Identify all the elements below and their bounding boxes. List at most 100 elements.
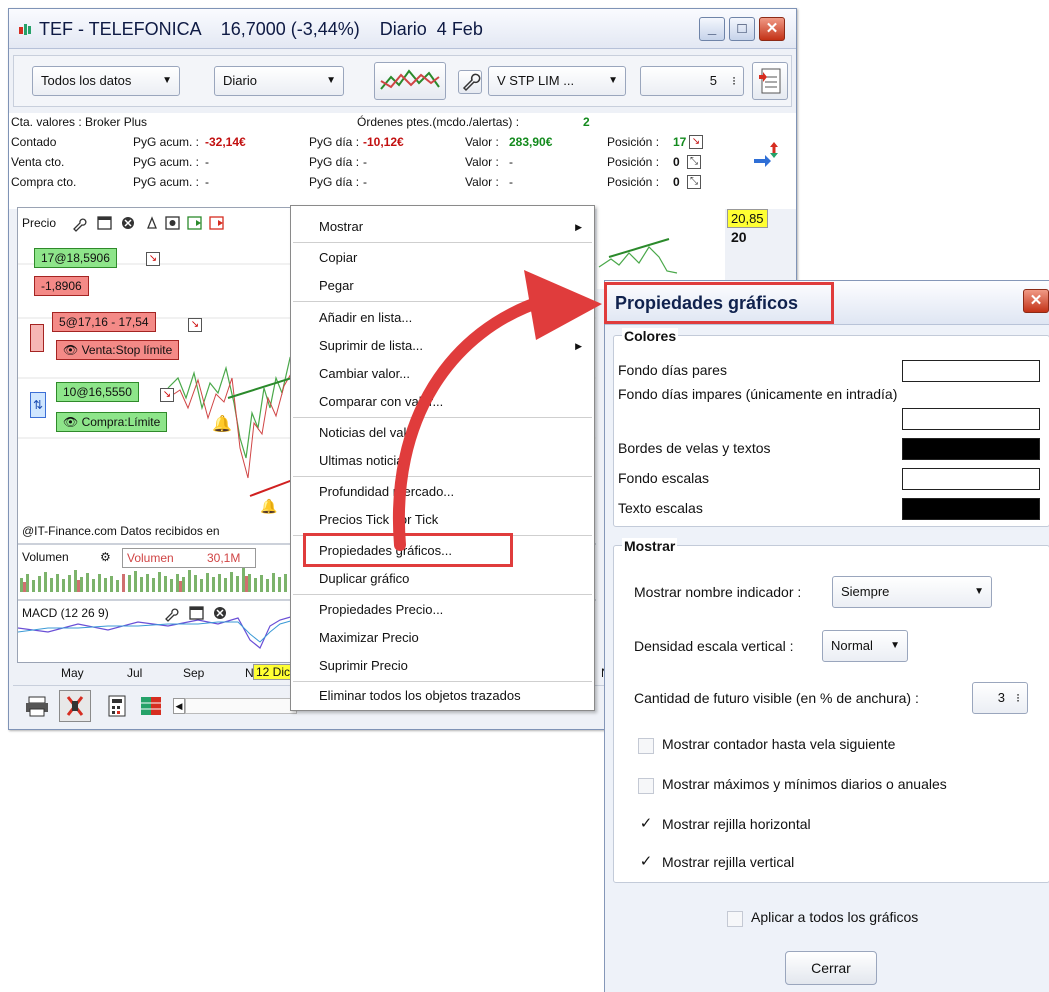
buy-order-handle-icon[interactable]: ⇅ [30, 392, 46, 418]
order-form-icon [759, 68, 781, 94]
buy-order-type[interactable]: 👁 Compra:Límite [56, 412, 168, 432]
quantity-stepper[interactable]: 5 ⁝ [640, 66, 744, 96]
menu-item-pegar[interactable]: Pegar [291, 273, 594, 299]
menu-item-suprimir-lista[interactable]: Suprimir de lista... ▶ [291, 333, 594, 359]
wrench-icon[interactable]: ⚙ [100, 550, 111, 564]
checkbox-vertical-grid[interactable]: ✓ [638, 854, 654, 870]
menu-item-duplicar[interactable]: Duplicar gráfico [291, 566, 594, 592]
checkbox-next-candle-counter[interactable] [638, 738, 654, 754]
color-swatch-scale-text[interactable] [902, 498, 1040, 520]
price-panel-label: Precio [22, 216, 57, 230]
dialog-title-bar[interactable]: Propiedades gráficos ✕ [605, 281, 1049, 325]
x-tick: Jul [127, 666, 143, 680]
sell-order-type[interactable]: 👁 Venta:Stop límite [56, 340, 180, 360]
position-pnl-tag: -1,8906 [34, 276, 89, 296]
valor-label: Valor : [465, 175, 499, 189]
position-action-icon[interactable]: ⤡ [687, 155, 701, 169]
menu-item-anadir-lista[interactable]: Añadir en lista... [291, 305, 594, 331]
pyg-dia-label: PyG día : [309, 175, 360, 189]
menu-item-tick-por-tick[interactable]: Precios Tick por Tick [291, 507, 594, 533]
menu-item-suprimir-precio[interactable]: Suprimir Precio [291, 653, 594, 679]
posicion-label: Posición : [607, 175, 660, 189]
menu-item-noticias-valor[interactable]: Noticias del valor [291, 420, 594, 446]
submenu-arrow-icon: ▶ [575, 341, 582, 351]
checkbox-horizontal-grid[interactable]: ✓ [638, 816, 654, 832]
price-panel-tools[interactable] [70, 214, 282, 232]
pyg-acum-value: -32,14€ [205, 135, 246, 149]
cancel-buy-order-icon[interactable]: ↘ [160, 388, 174, 402]
period-select[interactable]: Diario ▼ [214, 66, 344, 96]
future-visible-label: Cantidad de futuro visible (en % de anch… [634, 690, 919, 706]
density-select[interactable]: Normal ▼ [822, 630, 908, 662]
data-range-select[interactable]: Todos los datos ▼ [32, 66, 180, 96]
position-tag[interactable]: 17@18,5906 [34, 248, 117, 268]
pending-orders-label: Órdenes ptes.(mcdo./alertas) : [357, 115, 520, 129]
indicator-name-select[interactable]: Siempre ▼ [832, 576, 992, 608]
menu-item-maximizar[interactable]: Maximizar Precio [291, 625, 594, 651]
close-dialog-button[interactable]: Cerrar [785, 951, 877, 985]
wrench-icon[interactable] [458, 70, 482, 94]
menu-item-comparar-valor[interactable]: Comparar con valor... [291, 389, 594, 415]
position-action-icon[interactable]: ⤡ [687, 175, 701, 189]
sell-order-handle[interactable] [30, 324, 44, 352]
checkbox-daily-annual-highlow[interactable] [638, 778, 654, 794]
pyg-dia-label: PyG día : [309, 155, 360, 169]
cancel-sell-order-icon[interactable]: ↘ [188, 318, 202, 332]
dialog-close-button[interactable]: ✕ [1023, 289, 1049, 313]
order-type-select[interactable]: V STP LIM ... ▼ [488, 66, 626, 96]
stepper-arrows-icon: ⁝ [1016, 691, 1020, 705]
pyg-dia-label: PyG día : [309, 135, 360, 149]
swap-arrows-icon[interactable] [751, 141, 781, 169]
order-form-button[interactable] [752, 62, 788, 100]
pyg-dia-value: - [363, 155, 367, 169]
menu-item-mostrar[interactable]: Mostrar ▶ [291, 214, 594, 240]
menu-item-copiar[interactable]: Copiar [291, 245, 594, 271]
title-bar[interactable]: TEF - TELEFONICA 16,7000 (-3,44%) Diario… [9, 9, 796, 49]
buy-order-tag[interactable]: 10@16,5550 [56, 382, 139, 402]
app-chart-icon [19, 24, 31, 35]
sell-order-tag[interactable]: 5@17,16 - 17,54 [52, 312, 156, 332]
valor-label: Valor : [465, 135, 499, 149]
chart-credits: @IT-Finance.com Datos recibidos en [22, 524, 220, 538]
alert-bell-icon[interactable]: 🔔 [212, 414, 232, 434]
checkbox-apply-all[interactable] [727, 911, 743, 927]
price-axis-tick: 20 [731, 229, 747, 245]
scroll-left-icon[interactable]: ◀ [173, 698, 185, 714]
checkbox-label: Mostrar contador hasta vela siguiente [662, 736, 896, 752]
menu-item-cambiar-valor[interactable]: Cambiar valor... [291, 361, 594, 387]
density-label: Densidad escala vertical : [634, 638, 794, 654]
alert-bell-icon[interactable]: 🔔 [260, 498, 277, 515]
menu-item-propiedades-precio[interactable]: Propiedades Precio... [291, 597, 594, 623]
x-tick: Sep [183, 666, 205, 680]
close-button[interactable]: ✕ [759, 17, 785, 41]
chart-properties-dialog: Propiedades gráficos ✕ Colores Fondo día… [604, 280, 1049, 992]
chart-type-button[interactable] [374, 62, 446, 100]
position-sell-icon[interactable]: ↘ [689, 135, 703, 149]
delete-objects-button[interactable] [59, 690, 91, 722]
color-row-label: Bordes de velas y textos [618, 440, 771, 456]
menu-item-propiedades-graficos[interactable]: Propiedades gráficos... [291, 538, 594, 564]
period-value: Diario [223, 73, 257, 88]
close-position-icon[interactable]: ↘ [146, 252, 160, 266]
menu-item-ultimas-noticias[interactable]: Ultimas noticias [291, 448, 594, 474]
color-row-label: Fondo días impares (únicamente en intrad… [618, 386, 898, 402]
menu-item-eliminar-objetos[interactable]: Eliminar todos los objetos trazados [291, 683, 594, 709]
color-swatch-candle-borders[interactable] [902, 438, 1040, 460]
calculator-icon[interactable] [105, 694, 129, 718]
color-swatch-scale-background[interactable] [902, 468, 1040, 490]
horizontal-scrollbar[interactable] [185, 698, 297, 714]
minimize-button[interactable]: _ [699, 17, 725, 41]
future-visible-stepper[interactable]: 3 ⁝ [972, 682, 1028, 714]
macd-panel-tools[interactable] [162, 604, 242, 622]
maximize-button[interactable]: □ [729, 17, 755, 41]
color-swatch-odd-days[interactable] [902, 408, 1040, 430]
macd-panel-label: MACD (12 26 9) [22, 606, 109, 620]
print-icon[interactable] [25, 694, 49, 718]
density-value: Normal [831, 638, 873, 653]
valor-label: Valor : [465, 155, 499, 169]
color-swatch-even-days[interactable] [902, 360, 1040, 382]
menu-item-profundidad[interactable]: Profundidad mercado... [291, 479, 594, 505]
order-book-icon[interactable] [139, 694, 165, 718]
price-line-right [598, 238, 723, 282]
menu-separator [293, 242, 592, 243]
